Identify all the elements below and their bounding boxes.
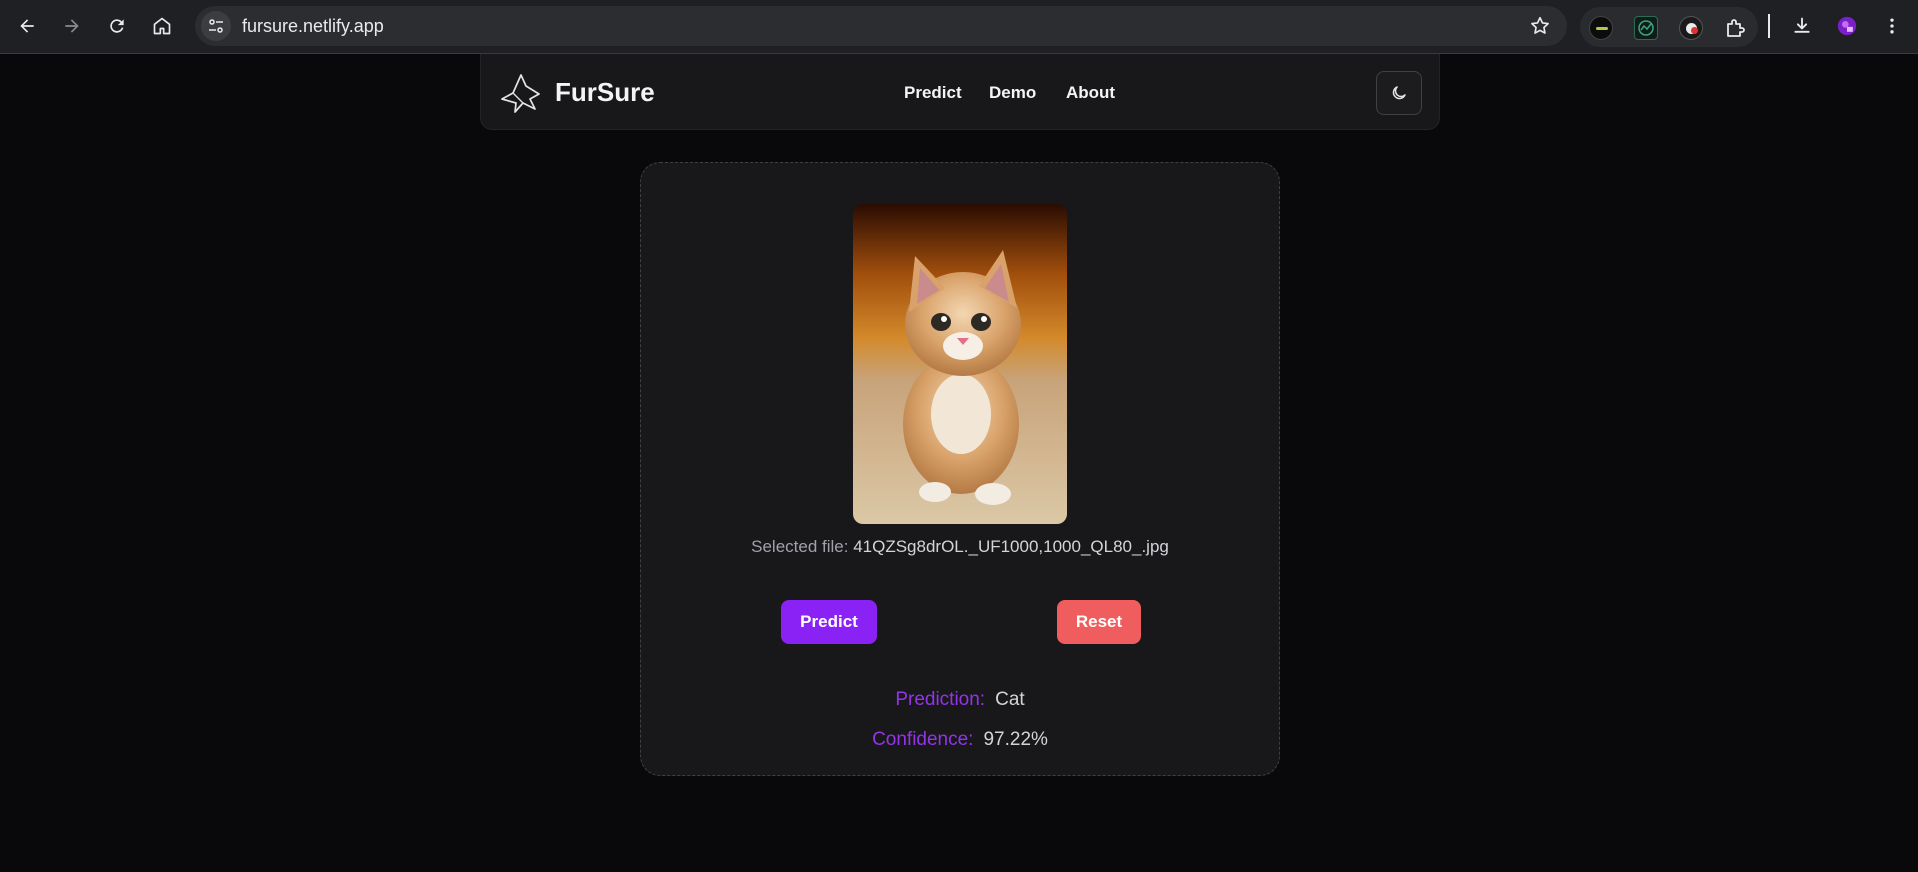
arrow-right-icon	[65, 19, 79, 33]
reset-button[interactable]: Reset	[1057, 600, 1141, 644]
extension-icon[interactable]	[1634, 16, 1658, 40]
arrow-left-icon	[20, 19, 34, 33]
uploaded-image-preview	[853, 204, 1067, 524]
selected-file-info: Selected file: 41QZSg8drOL._UF1000,1000_…	[641, 537, 1279, 557]
home-button[interactable]	[144, 8, 180, 44]
selected-file-name: 41QZSg8drOL._UF1000,1000_QL80_.jpg	[853, 537, 1169, 556]
theme-toggle-button[interactable]	[1376, 71, 1422, 115]
address-bar[interactable]: fursure.netlify.app	[195, 6, 1567, 46]
site-settings-icon[interactable]	[201, 11, 231, 41]
downloads-button[interactable]	[1784, 8, 1820, 44]
back-button[interactable]	[9, 8, 45, 44]
brand-name[interactable]: FurSure	[555, 77, 655, 108]
forward-button[interactable]	[54, 8, 90, 44]
selected-file-label: Selected file:	[751, 537, 849, 556]
prediction-result: Prediction: Cat	[641, 689, 1279, 711]
prediction-label: Prediction:	[895, 689, 986, 710]
upload-card: Selected file: 41QZSg8drOL._UF1000,1000_…	[640, 162, 1280, 776]
bookmark-star-icon[interactable]	[1529, 15, 1551, 37]
confidence-label: Confidence:	[872, 729, 974, 750]
more-vertical-icon	[1890, 18, 1894, 34]
nav-link-predict[interactable]: Predict	[904, 83, 962, 103]
confidence-result: Confidence: 97.22%	[641, 729, 1279, 751]
avatar-icon	[1837, 16, 1857, 36]
cat-dog-logo-icon[interactable]	[499, 72, 543, 114]
extension-icon[interactable]	[1589, 16, 1613, 40]
download-icon	[1794, 17, 1810, 33]
browser-menu-button[interactable]	[1874, 8, 1910, 44]
prediction-value: Cat	[995, 689, 1025, 710]
extensions-group	[1580, 7, 1758, 47]
puzzle-extensions-icon[interactable]	[1724, 16, 1748, 40]
profile-avatar[interactable]	[1829, 8, 1865, 44]
moon-icon	[1392, 86, 1406, 100]
toolbar-divider	[1768, 14, 1770, 38]
site-navbar: FurSure Predict Demo About	[480, 54, 1440, 130]
reload-icon	[110, 19, 124, 33]
nav-link-demo[interactable]: Demo	[989, 83, 1036, 103]
extension-icon[interactable]	[1679, 16, 1703, 40]
browser-toolbar: fursure.netlify.app	[0, 0, 1918, 54]
confidence-value: 97.22%	[983, 729, 1048, 750]
url-text[interactable]: fursure.netlify.app	[242, 16, 384, 37]
home-icon	[153, 17, 171, 35]
nav-link-about[interactable]: About	[1066, 83, 1115, 103]
reload-button[interactable]	[99, 8, 135, 44]
predict-button[interactable]: Predict	[781, 600, 877, 644]
